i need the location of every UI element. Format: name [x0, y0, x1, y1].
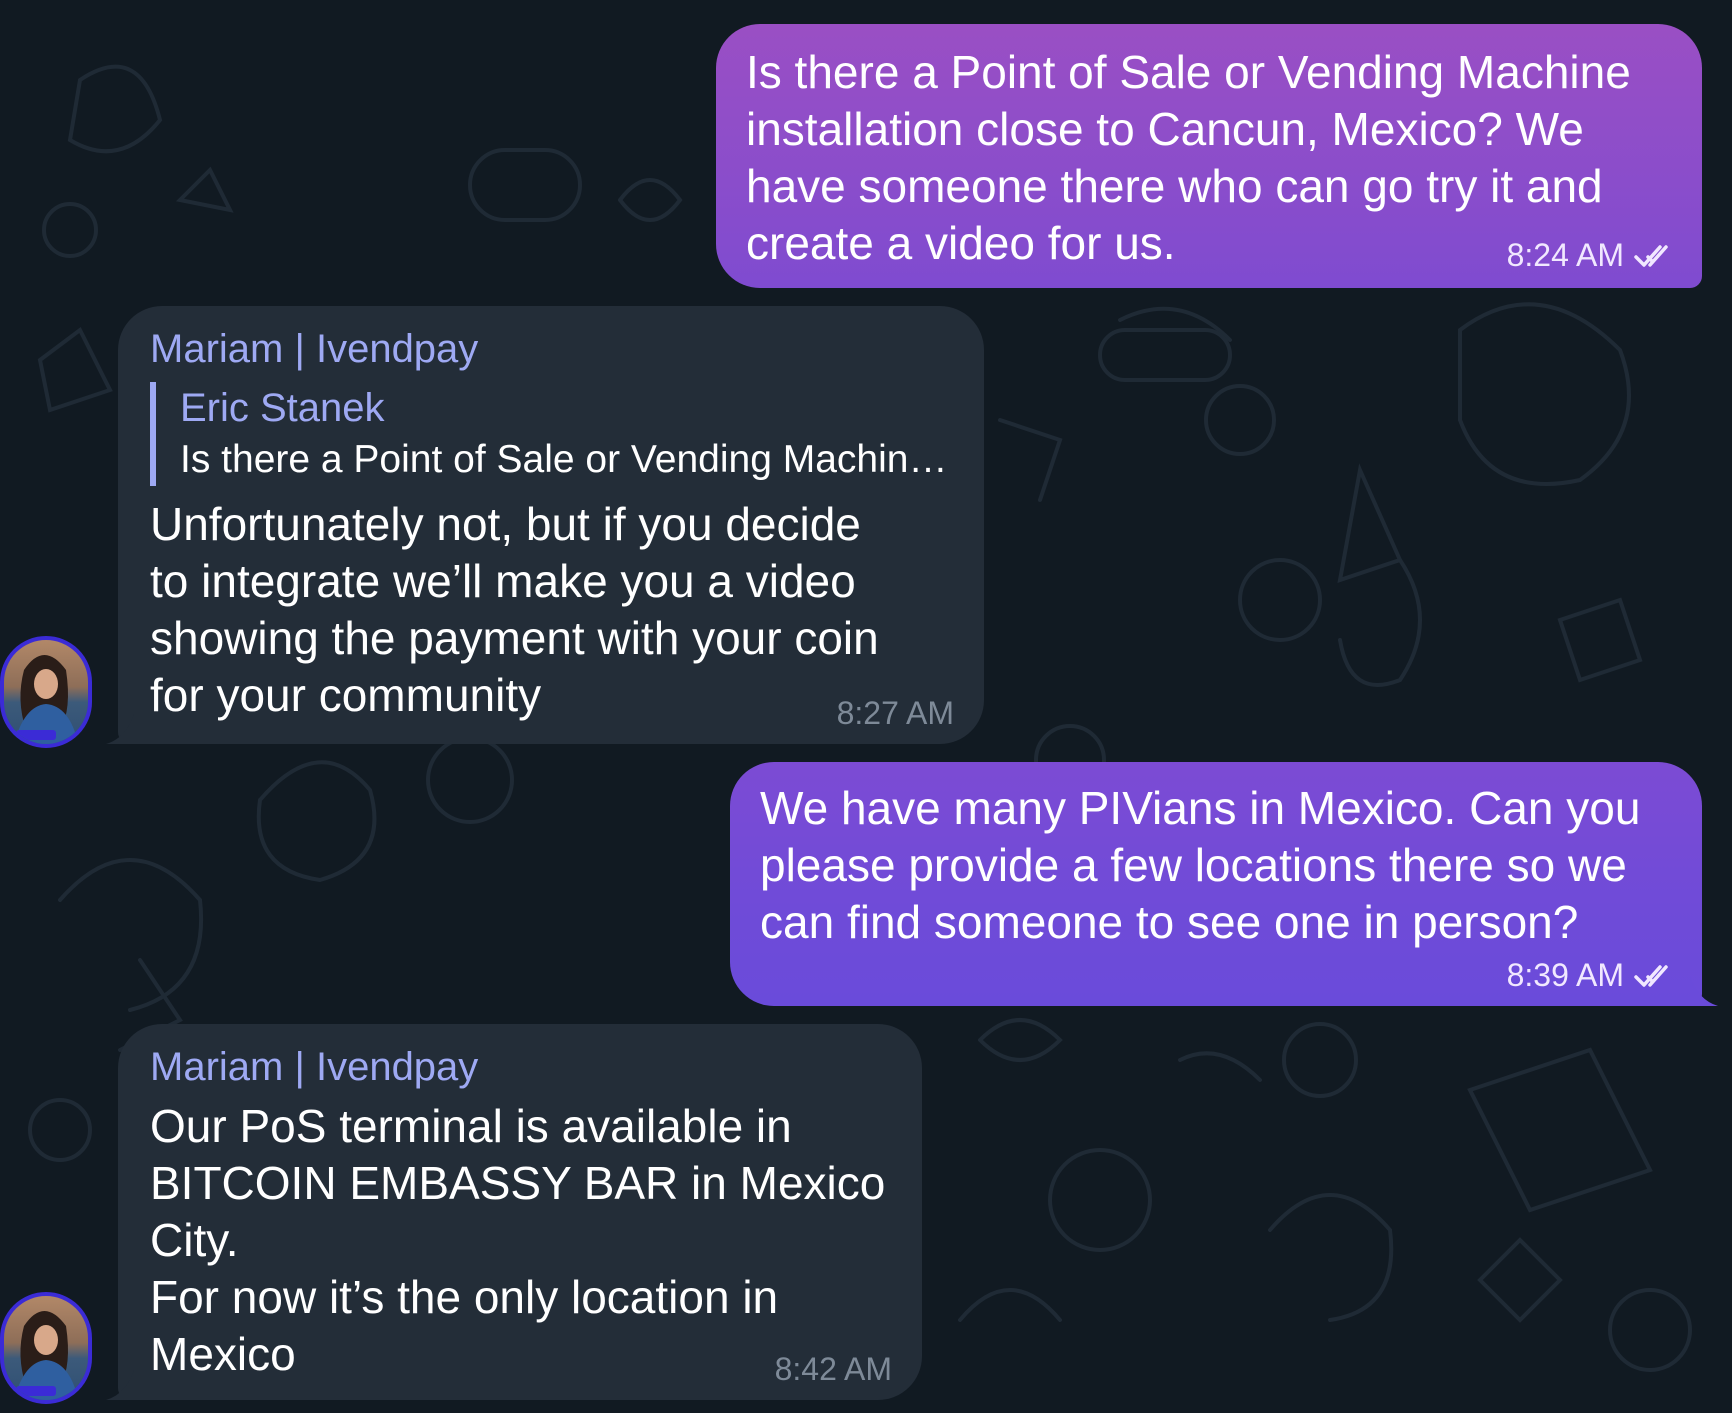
reply-text: Is there a Point of Sale or Vending Mach… [180, 438, 948, 481]
double-check-icon [1634, 244, 1668, 267]
message-meta: 8:39 AM [1507, 957, 1678, 994]
message-time: 8:39 AM [1506, 957, 1624, 993]
message-meta: 8:24 AM [1507, 237, 1678, 274]
double-check-icon [1634, 964, 1668, 987]
bubble-tail [106, 1370, 134, 1400]
message-time: 8:42 AM [774, 1351, 892, 1387]
bubble-tail [106, 714, 134, 744]
message-incoming[interactable]: Mariam | Ivendpay Eric Stanek Is there a… [118, 306, 984, 744]
message-text: Unfortunately not, but if you decide to … [150, 498, 879, 721]
avatar[interactable] [0, 1292, 92, 1404]
avatar-photo [13, 655, 79, 744]
message-text: We have many PIVians in Mexico. Can you … [760, 782, 1641, 948]
message-time: 8:24 AM [1506, 237, 1624, 273]
message-outgoing[interactable]: We have many PIVians in Mexico. Can you … [730, 762, 1702, 1006]
avatar[interactable] [0, 636, 92, 748]
bubble-tail [1690, 976, 1718, 1006]
message-incoming[interactable]: Mariam | Ivendpay Our PoS terminal is av… [118, 1024, 922, 1400]
avatar-photo [13, 1311, 79, 1400]
sender-name[interactable]: Mariam | Ivendpay [150, 324, 954, 374]
sender-name[interactable]: Mariam | Ivendpay [150, 1042, 892, 1092]
message-meta: 8:27 AM [837, 695, 954, 732]
message-meta: 8:42 AM [775, 1351, 892, 1388]
reply-sender-name: Eric Stanek [180, 386, 385, 430]
message-outgoing[interactable]: Is there a Point of Sale or Vending Mach… [716, 24, 1702, 288]
reply-quote[interactable]: Eric Stanek Is there a Point of Sale or … [150, 382, 954, 486]
message-time: 8:27 AM [836, 695, 954, 731]
message-text: Our PoS terminal is available in BITCOIN… [150, 1100, 886, 1380]
